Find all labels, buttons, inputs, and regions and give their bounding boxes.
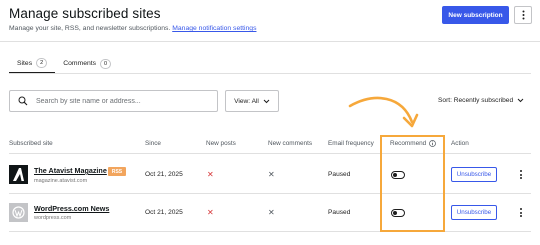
atavist-logo-icon <box>9 165 28 184</box>
site-url: magazine.atavist.com <box>34 178 88 184</box>
row-more-options-button[interactable] <box>517 170 525 179</box>
column-header-email-frequency: Email frequency <box>328 140 374 147</box>
tab-label: Sites <box>17 59 33 67</box>
sort-dropdown[interactable]: Sort: Recently subscribed <box>438 97 524 104</box>
search-icon <box>18 96 28 106</box>
site-name-link[interactable]: WordPress.com News <box>34 204 109 213</box>
site-logo-atavist <box>9 165 28 184</box>
search-input[interactable] <box>36 97 206 105</box>
tabs-divider <box>9 73 531 74</box>
vertical-ellipsis-icon <box>522 10 524 20</box>
tab-sites[interactable]: Sites 2 <box>9 54 56 73</box>
column-header-action: Action <box>451 140 469 147</box>
site-url: wordpress.com <box>34 215 72 221</box>
column-header-since: Since <box>145 140 161 147</box>
table-header-divider <box>9 153 531 154</box>
tabs: Sites 2 Comments 0 <box>9 54 119 73</box>
column-header-new-comments: New comments <box>268 140 313 147</box>
count-badge: 2 <box>36 58 48 68</box>
row-divider <box>9 231 531 232</box>
view-filter-label: View: All <box>234 97 259 105</box>
row-divider <box>9 193 531 194</box>
new-posts-disabled-icon: ✕ <box>207 208 214 217</box>
count-badge: 0 <box>100 58 112 69</box>
new-comments-disabled-icon: ✕ <box>268 208 275 217</box>
tab-comments[interactable]: Comments 0 <box>55 54 119 73</box>
new-subscription-button[interactable]: New subscription <box>442 6 509 24</box>
recommend-column-highlight <box>380 135 445 232</box>
chevron-down-icon <box>517 98 524 103</box>
manage-notification-settings-link[interactable]: Manage notification settings <box>172 25 256 32</box>
tab-label: Comments <box>63 60 97 67</box>
row-more-options-button[interactable] <box>517 208 525 217</box>
since-date: Oct 21, 2025 <box>145 171 183 178</box>
chevron-down-icon <box>263 99 270 103</box>
column-header-new-posts: New posts <box>206 140 236 147</box>
curved-arrow-icon <box>348 96 419 128</box>
site-name-link[interactable]: The Atavist Magazine <box>34 166 107 175</box>
more-options-button[interactable] <box>514 6 532 24</box>
site-logo-wordpress <box>9 203 28 222</box>
subtitle-text: Manage your site, RSS, and newsletter su… <box>9 25 171 32</box>
new-comments-disabled-icon: ✕ <box>268 170 275 179</box>
column-header-site: Subscribed site <box>9 140 53 147</box>
since-date: Oct 21, 2025 <box>145 209 183 216</box>
wordpress-logo-icon <box>9 203 28 222</box>
page-title: Manage subscribed sites <box>9 6 161 21</box>
page-header: Manage subscribed sites Manage your site… <box>9 6 256 32</box>
header-divider <box>0 41 540 42</box>
rss-badge: RSS <box>108 167 126 176</box>
email-frequency: Paused <box>328 209 351 216</box>
search-box <box>9 90 218 112</box>
unsubscribe-button[interactable]: Unsubscribe <box>451 205 497 220</box>
email-frequency: Paused <box>328 171 351 178</box>
new-posts-disabled-icon: ✕ <box>207 170 214 179</box>
view-filter-select[interactable]: View: All <box>225 90 279 112</box>
unsubscribe-button[interactable]: Unsubscribe <box>451 167 497 182</box>
page-subtitle: Manage your site, RSS, and newsletter su… <box>9 25 256 32</box>
sort-label: Sort: Recently subscribed <box>438 97 514 104</box>
